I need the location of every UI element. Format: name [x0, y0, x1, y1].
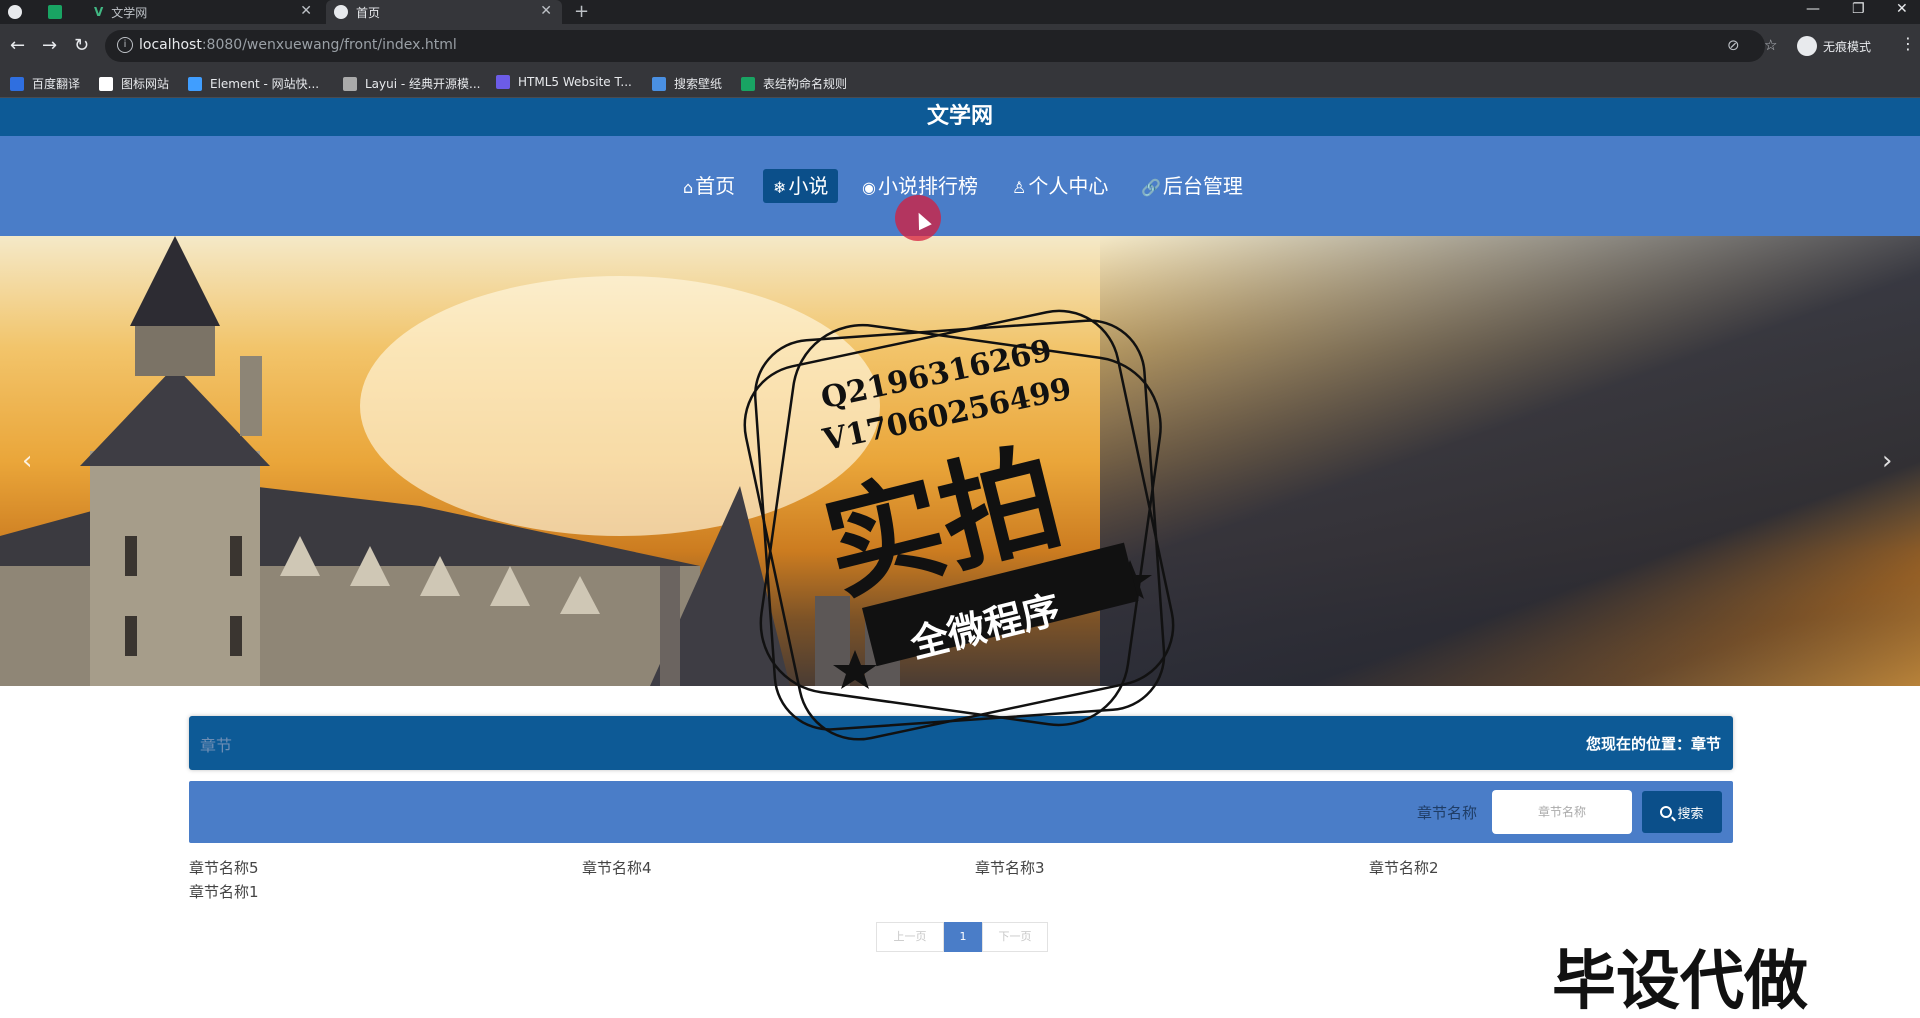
- nav-label: 个人中心: [1028, 174, 1109, 198]
- hexagon-icon: [188, 76, 202, 91]
- tab-title: 首页: [356, 5, 381, 20]
- sheet-icon: [741, 76, 755, 91]
- bookmark-icon: [10, 76, 24, 91]
- home-icon: ⌂: [683, 178, 694, 197]
- restore-icon[interactable]: ❐: [1852, 1, 1865, 17]
- minimize-icon[interactable]: —: [1806, 1, 1820, 17]
- breadcrumb: 您现在的位置：章节: [1585, 735, 1721, 753]
- bookmark-item[interactable]: 图标网站: [99, 75, 169, 92]
- user-icon: ♙: [1012, 178, 1027, 197]
- wallpaper-icon: [652, 76, 666, 91]
- browser-tab-wenxuewang[interactable]: V 文学网 ✕: [90, 0, 322, 24]
- bookmark-item[interactable]: Layui - 经典开源模...: [343, 75, 480, 92]
- bookmark-label: 表结构命名规则: [763, 77, 848, 91]
- vue-icon: V: [94, 5, 104, 19]
- section-title: 章节: [200, 736, 233, 755]
- chapter-link[interactable]: 章节名称2: [1369, 857, 1439, 878]
- site-title: 文学网: [0, 98, 1920, 136]
- sheet-icon: [48, 5, 62, 19]
- browser-tab-home[interactable]: 首页 ✕: [326, 0, 562, 24]
- globe-icon: ◉: [862, 178, 876, 197]
- pagination: 上一页 1 下一页: [876, 922, 1048, 952]
- carousel-prev-icon[interactable]: ‹: [22, 446, 32, 476]
- carousel-next-icon[interactable]: ›: [1882, 446, 1892, 476]
- browser-toolbar: ← → ↻ i localhost:8080/wenxuewang/front/…: [0, 24, 1920, 68]
- bookmark-item[interactable]: HTML5 Website T...: [496, 75, 632, 89]
- bookmark-item[interactable]: 搜索壁纸: [652, 75, 722, 92]
- chapter-name-input[interactable]: [1492, 790, 1632, 834]
- nav-profile[interactable]: ♙ 个人中心: [1002, 169, 1118, 203]
- chapter-link[interactable]: 章节名称3: [975, 857, 1045, 878]
- globe-icon: [334, 5, 348, 19]
- back-icon[interactable]: ←: [10, 35, 25, 56]
- incognito-icon: [1797, 36, 1817, 56]
- profile-label: 无痕模式: [1823, 39, 1872, 54]
- browser-tab-pinned-1[interactable]: [8, 0, 48, 24]
- section-header: 章节 您现在的位置：章节: [189, 716, 1733, 770]
- bookmark-item[interactable]: 表结构命名规则: [741, 75, 847, 92]
- bookmark-item[interactable]: Element - 网站快...: [188, 75, 319, 92]
- link-icon: 🔗: [1141, 178, 1161, 197]
- bookmarks-bar: 百度翻译 图标网站 Element - 网站快... Layui - 经典开源模…: [0, 68, 1920, 98]
- url-text[interactable]: localhost:8080/wenxuewang/front/index.ht…: [139, 37, 457, 53]
- star-icon[interactable]: ☆: [1764, 36, 1777, 54]
- bookmark-label: Layui - 经典开源模...: [365, 77, 481, 91]
- search-button-label: 搜索: [1677, 806, 1704, 822]
- chapter-link[interactable]: 章节名称5: [189, 857, 259, 878]
- browser-tab-pinned-2[interactable]: [48, 0, 88, 24]
- bookmark-label: 图标网站: [121, 77, 170, 91]
- chapter-link[interactable]: 章节名称1: [189, 881, 259, 902]
- close-icon[interactable]: ✕: [300, 3, 312, 19]
- bookmark-item[interactable]: 百度翻译: [10, 75, 80, 92]
- chapter-link[interactable]: 章节名称4: [582, 857, 652, 878]
- nav-admin[interactable]: 🔗 后台管理: [1131, 169, 1253, 203]
- bookmark-label: 百度翻译: [32, 77, 81, 91]
- bookmark-label: HTML5 Website T...: [518, 75, 632, 89]
- corner-watermark: 毕设代做: [1552, 945, 1808, 1018]
- info-icon[interactable]: i: [117, 37, 133, 53]
- prev-page-button[interactable]: 上一页: [876, 922, 944, 952]
- incognito-indicator[interactable]: 无痕模式: [1797, 36, 1871, 56]
- menu-icon[interactable]: ⋮: [1900, 34, 1916, 53]
- eye-off-icon[interactable]: ⊘: [1727, 36, 1740, 54]
- reload-icon[interactable]: ↻: [74, 35, 89, 56]
- nav-label: 后台管理: [1162, 174, 1243, 198]
- nav-home[interactable]: ⌂ 首页: [673, 169, 745, 203]
- snowflake-icon: ❄: [773, 178, 787, 197]
- layui-icon: [343, 76, 357, 91]
- forward-icon[interactable]: →: [42, 35, 57, 56]
- main-nav: ⌂ 首页 ❄ 小说 ◉ 小说排行榜 ♙ 个人中心 🔗 后台管理: [0, 136, 1920, 236]
- search-icon: [1660, 806, 1673, 818]
- bookmark-label: 搜索壁纸: [674, 77, 723, 91]
- bookmark-label: Element - 网站快...: [210, 77, 320, 91]
- next-page-button[interactable]: 下一页: [982, 922, 1048, 952]
- browser-tabstrip: V 文学网 ✕ 首页 ✕ + — ❐ ✕: [0, 0, 1920, 24]
- search-bar: 章节名称 搜索: [189, 781, 1733, 843]
- html5-icon: [496, 75, 510, 89]
- search-button[interactable]: 搜索: [1642, 791, 1722, 833]
- tab-title: 文学网: [111, 5, 148, 20]
- search-label: 章节名称: [1417, 804, 1478, 822]
- nav-label: 小说: [788, 174, 829, 198]
- new-tab-icon[interactable]: +: [574, 1, 589, 22]
- close-icon[interactable]: ✕: [540, 3, 552, 19]
- nav-novel[interactable]: ❄ 小说: [763, 169, 839, 203]
- nav-label: 小说排行榜: [877, 174, 978, 198]
- globe-icon: [8, 5, 22, 19]
- address-bar[interactable]: i localhost:8080/wenxuewang/front/index.…: [105, 30, 1777, 62]
- page-number-button[interactable]: 1: [944, 922, 982, 952]
- flag-icon: [99, 76, 113, 91]
- nav-label: 首页: [695, 174, 736, 198]
- close-window-icon[interactable]: ✕: [1896, 1, 1908, 17]
